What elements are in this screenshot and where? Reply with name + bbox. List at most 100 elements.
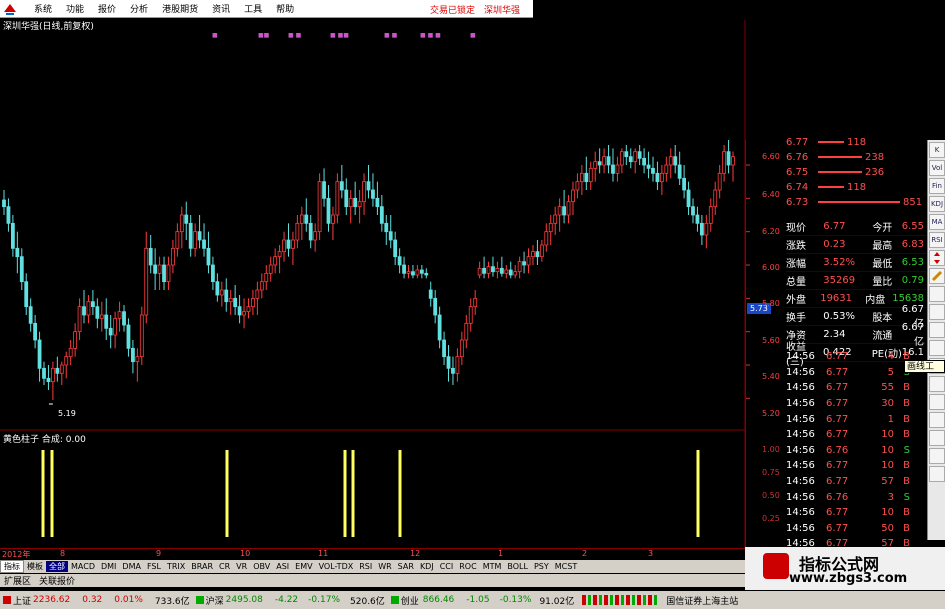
indicator-tab[interactable]: BOLL	[504, 562, 531, 571]
indicator-tab[interactable]: PSY	[531, 562, 552, 571]
indicator-tab[interactable]: SAR	[395, 562, 417, 571]
tool-button-icon[interactable]: MA	[929, 214, 945, 230]
candlestick-chart[interactable]	[0, 20, 762, 548]
tool-button-icon[interactable]	[929, 448, 945, 464]
tool-button-icon[interactable]	[929, 412, 945, 428]
move-icon[interactable]	[929, 250, 945, 266]
tool-button-icon[interactable]: K	[929, 142, 945, 158]
candle-body	[246, 306, 251, 313]
candle-body	[379, 206, 384, 224]
time-tick: 8	[60, 549, 66, 558]
candle-body	[673, 156, 678, 166]
indicator-tab[interactable]: VR	[233, 562, 250, 571]
candle-body	[704, 222, 709, 236]
menu-analysis[interactable]: 分析	[130, 2, 148, 15]
indicator-tab[interactable]: ASI	[273, 562, 292, 571]
tool-button-icon[interactable]: RSI	[929, 232, 945, 248]
tool-button-icon[interactable]: Vol	[929, 160, 945, 176]
candle-body	[202, 239, 206, 249]
cy-index-value[interactable]: 866.46	[423, 595, 455, 605]
tab-related-quote[interactable]: 关联报价	[35, 574, 79, 587]
tool-button-icon[interactable]	[929, 466, 945, 482]
indicator-tab[interactable]: CCI	[437, 562, 457, 571]
sh-index-amount: 733.6亿	[154, 596, 190, 607]
indicator-tab[interactable]: 全部	[46, 561, 68, 572]
candle-body	[348, 197, 353, 208]
tool-button-icon[interactable]	[929, 322, 945, 338]
tool-button-icon[interactable]: Fin	[929, 178, 945, 194]
candle-body	[126, 324, 131, 349]
indicator-tab[interactable]: CR	[216, 562, 233, 571]
indicator-title: 黄色柱子 合成: 0.00	[3, 435, 86, 445]
menu-quote[interactable]: 报价	[98, 2, 116, 15]
candle-body	[708, 206, 713, 224]
indicator-tab[interactable]: DMI	[98, 562, 119, 571]
tool-button-icon[interactable]: KDJ	[929, 196, 945, 212]
candle-body	[211, 264, 215, 283]
sh-index-value[interactable]: 2236.62	[33, 595, 70, 605]
candle-body	[42, 367, 46, 379]
candle-body	[722, 151, 727, 174]
time-tick: 1	[498, 549, 504, 558]
indicator-tab[interactable]: 指标	[0, 560, 24, 573]
signal-bar	[398, 450, 402, 537]
menu-system[interactable]: 系统	[34, 2, 52, 15]
menu-news[interactable]: 资讯	[212, 2, 230, 15]
candle-body	[68, 347, 73, 358]
candle-body	[695, 214, 700, 224]
menu-function[interactable]: 功能	[66, 2, 84, 15]
tool-button-icon[interactable]	[929, 286, 945, 302]
indicator-tab[interactable]: BRAR	[188, 562, 216, 571]
candle-body	[55, 367, 60, 374]
candle-body	[335, 181, 340, 216]
indicator-tab[interactable]: OBV	[250, 562, 273, 571]
candle-body	[286, 239, 291, 249]
candle-body	[562, 206, 566, 216]
indicator-tab[interactable]: KDJ	[417, 562, 437, 571]
indicator-tab[interactable]: MCST	[552, 562, 580, 571]
candle-body	[375, 197, 380, 208]
app-logo-icon	[2, 2, 18, 16]
trade-lock-status[interactable]: 交易已锁定	[430, 3, 475, 16]
candle-body	[322, 181, 326, 199]
menu-tools[interactable]: 工具	[244, 2, 262, 15]
broker-name: 深圳华强	[484, 6, 521, 16]
indicator-tab[interactable]: RSI	[356, 562, 375, 571]
server-site[interactable]: 国信证券上海主站	[666, 594, 738, 607]
indicator-tab[interactable]: WR	[375, 562, 394, 571]
candle-body	[64, 356, 69, 366]
indicator-tab[interactable]: TRIX	[164, 562, 188, 571]
menu-hk-futures[interactable]: 港股期货	[162, 2, 198, 15]
indicator-tab[interactable]: ROC	[456, 562, 479, 571]
menu-help[interactable]: 帮助	[276, 2, 294, 15]
pencil-icon[interactable]	[929, 268, 945, 284]
indicator-tab[interactable]: EMV	[292, 562, 315, 571]
indicator-tab[interactable]: MACD	[68, 562, 98, 571]
indicator-tab[interactable]: VOL-TDX	[316, 562, 357, 571]
indicator-tab[interactable]: FSL	[144, 562, 164, 571]
tab-extension-area[interactable]: 扩展区	[0, 574, 35, 587]
indicator-tab[interactable]: 模板	[24, 561, 46, 572]
tool-button-icon[interactable]	[929, 394, 945, 410]
candle-body	[491, 266, 495, 273]
candle-body	[433, 297, 438, 316]
sz-index-value[interactable]: 2495.08	[226, 595, 263, 605]
candle-body	[59, 364, 64, 374]
indicator-tab[interactable]: MTM	[480, 562, 505, 571]
indicator-tab[interactable]: DMA	[119, 562, 144, 571]
candle-body	[651, 167, 655, 174]
quote-row: 总量 35269 量比 0.79	[786, 272, 926, 290]
tool-button-icon[interactable]	[929, 340, 945, 356]
tool-button-icon[interactable]	[929, 430, 945, 446]
candle-body	[28, 306, 33, 324]
tool-button-icon[interactable]	[929, 376, 945, 392]
candle-body	[713, 189, 718, 208]
sz-index-change: -4.22	[274, 595, 299, 605]
tick-row: 14:56 6.76 3 S	[786, 491, 910, 503]
candle-body	[179, 214, 184, 233]
candle-body	[157, 264, 162, 274]
orderbook-row: 6.76 238	[786, 151, 885, 163]
orderbook-row: 6.74 118	[786, 181, 867, 193]
tool-button-icon[interactable]	[929, 304, 945, 320]
candle-body	[517, 261, 522, 273]
